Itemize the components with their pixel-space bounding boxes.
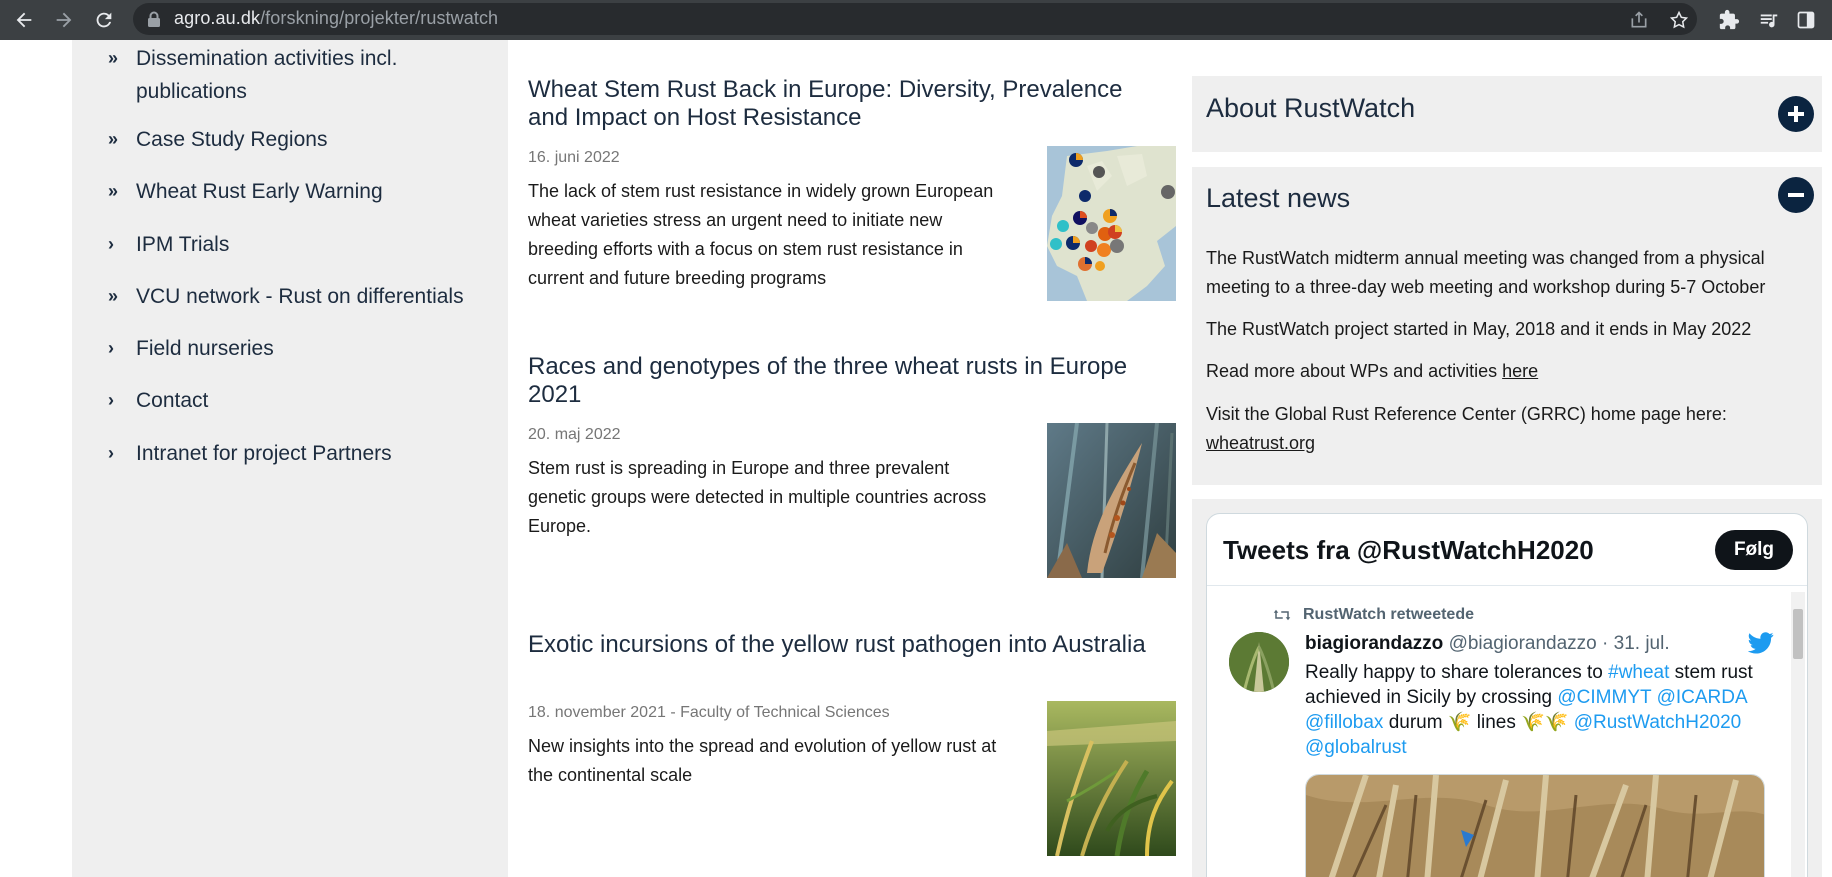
chevron-right-icon: › <box>108 234 114 254</box>
article-thumbnail-rust-photo[interactable] <box>1047 423 1176 578</box>
follow-button[interactable]: Følg <box>1715 530 1793 570</box>
tweet-media-image[interactable] <box>1305 774 1765 877</box>
nav-item-vcu-network[interactable]: » VCU network - Rust on differentials <box>108 280 476 313</box>
chevron-right-icon: › <box>108 443 114 463</box>
sidebar-icon[interactable] <box>1792 6 1820 34</box>
news-paragraph: Read more about WPs and activities here <box>1206 361 1539 381</box>
mention-link[interactable]: @CIMMYT <box>1557 687 1651 708</box>
tweet-author[interactable]: biagiorandazzo @biagiorandazzo · 31. jul… <box>1305 633 1670 655</box>
nav-item-label[interactable]: Intranet for project Partners <box>136 437 476 470</box>
plus-icon[interactable] <box>1778 96 1814 132</box>
nav-item-ipm-trials[interactable]: › IPM Trials <box>108 228 476 261</box>
scrollbar-thumb[interactable] <box>1793 609 1803 659</box>
minus-icon[interactable] <box>1778 177 1814 213</box>
mention-link[interactable]: @RustWatchH2020 <box>1574 712 1741 733</box>
extensions-icon[interactable] <box>1715 6 1743 34</box>
avatar[interactable] <box>1229 632 1289 692</box>
article-summary: The lack of stem rust resistance in wide… <box>528 181 994 288</box>
news-article: Wheat Stem Rust Back in Europe: Diversit… <box>528 76 1176 306</box>
article-title-link[interactable]: Exotic incursions of the yellow rust pat… <box>528 631 1156 659</box>
nav-item-intranet[interactable]: › Intranet for project Partners <box>108 437 476 470</box>
retweet-icon <box>1273 607 1291 623</box>
media-icon[interactable] <box>1755 6 1783 34</box>
news-paragraph: The RustWatch midterm annual meeting was… <box>1206 248 1766 297</box>
about-rustwatch-panel[interactable]: About RustWatch <box>1192 76 1822 152</box>
double-chevron-icon: » <box>108 48 118 68</box>
article-date: 18. november 2021 - Faculty of Technical… <box>528 704 890 721</box>
article-date: 20. maj 2022 <box>528 426 621 443</box>
nav-item-label[interactable]: Contact <box>136 384 476 417</box>
twitter-header: Tweets fra @RustWatchH2020 Følg <box>1207 514 1807 586</box>
share-icon[interactable] <box>1625 6 1653 34</box>
article-title-link[interactable]: Wheat Stem Rust Back in Europe: Diversit… <box>528 76 1156 132</box>
twitter-timeline-widget[interactable]: Tweets fra @RustWatchH2020 Følg RustWatc… <box>1206 513 1808 877</box>
news-list: Wheat Stem Rust Back in Europe: Diversit… <box>508 40 1176 877</box>
twitter-bird-icon[interactable] <box>1747 632 1774 658</box>
nav-item-label[interactable]: Field nurseries <box>136 332 476 365</box>
forward-arrow-icon[interactable] <box>50 6 78 34</box>
mention-link[interactable]: @ICARDA <box>1657 687 1747 708</box>
nav-item-contact[interactable]: › Contact <box>108 384 476 417</box>
hashtag-link[interactable]: #wheat <box>1608 662 1669 683</box>
nav-item-label[interactable]: IPM Trials <box>136 228 476 261</box>
retweet-label: RustWatch retweetede <box>1273 606 1474 624</box>
panel-title[interactable]: About RustWatch <box>1206 93 1415 124</box>
news-article: Races and genotypes of the three wheat r… <box>528 353 1176 583</box>
nav-item-label[interactable]: Case Study Regions <box>136 123 476 156</box>
nav-item-label[interactable]: Dissemination activities incl. publicati… <box>136 42 476 108</box>
star-icon[interactable] <box>1665 6 1693 34</box>
news-paragraph: Visit the Global Rust Reference Center (… <box>1206 404 1727 453</box>
chevron-right-icon: › <box>108 338 114 358</box>
mention-link[interactable]: @fillobax <box>1305 712 1383 733</box>
right-sidebar: About RustWatch Latest news The RustWatc… <box>1192 40 1822 877</box>
browser-toolbar: agro.au.dk/forskning/projekter/rustwatch <box>0 0 1832 40</box>
article-date: 16. juni 2022 <box>528 149 620 166</box>
article-summary: New insights into the spread and evoluti… <box>528 736 997 785</box>
article-title-link[interactable]: Races and genotypes of the three wheat r… <box>528 353 1156 409</box>
article-summary: Stem rust is spreading in Europe and thr… <box>528 458 987 536</box>
wheatrust-link[interactable]: wheatrust.org <box>1206 433 1315 453</box>
nav-item-dissemination[interactable]: » Dissemination activities incl. publica… <box>108 42 476 108</box>
double-chevron-icon: » <box>108 181 118 201</box>
reload-icon[interactable] <box>90 6 118 34</box>
nav-item-field-nurseries[interactable]: › Field nurseries <box>108 332 476 365</box>
double-chevron-icon: » <box>108 129 118 149</box>
mention-link[interactable]: @globalrust <box>1305 737 1407 758</box>
wps-activities-link[interactable]: here <box>1502 361 1538 381</box>
lock-icon[interactable] <box>147 11 161 32</box>
url-text[interactable]: agro.au.dk/forskning/projekter/rustwatch <box>174 8 498 29</box>
twitter-header-title[interactable]: Tweets fra @RustWatchH2020 <box>1223 535 1594 566</box>
nav-item-label[interactable]: Wheat Rust Early Warning <box>136 175 476 208</box>
latest-news-panel: Latest news The RustWatch midterm annual… <box>1192 167 1822 485</box>
news-paragraph: The RustWatch project started in May, 20… <box>1206 319 1752 339</box>
left-navigation: » Dissemination activities incl. publica… <box>72 40 508 877</box>
article-thumbnail-map[interactable] <box>1047 146 1176 301</box>
tweet-text: Really happy to share tolerances to #whe… <box>1305 662 1753 758</box>
panel-title[interactable]: Latest news <box>1206 183 1350 214</box>
nav-item-case-study-regions[interactable]: » Case Study Regions <box>108 123 476 156</box>
back-arrow-icon[interactable] <box>10 6 38 34</box>
nav-item-wheat-rust-early-warning[interactable]: » Wheat Rust Early Warning <box>108 175 476 208</box>
chevron-right-icon: › <box>108 390 114 410</box>
article-thumbnail-field-photo[interactable] <box>1047 701 1176 856</box>
nav-item-label[interactable]: VCU network - Rust on differentials <box>136 280 476 313</box>
double-chevron-icon: » <box>108 286 118 306</box>
news-article: Exotic incursions of the yellow rust pat… <box>528 631 1176 861</box>
